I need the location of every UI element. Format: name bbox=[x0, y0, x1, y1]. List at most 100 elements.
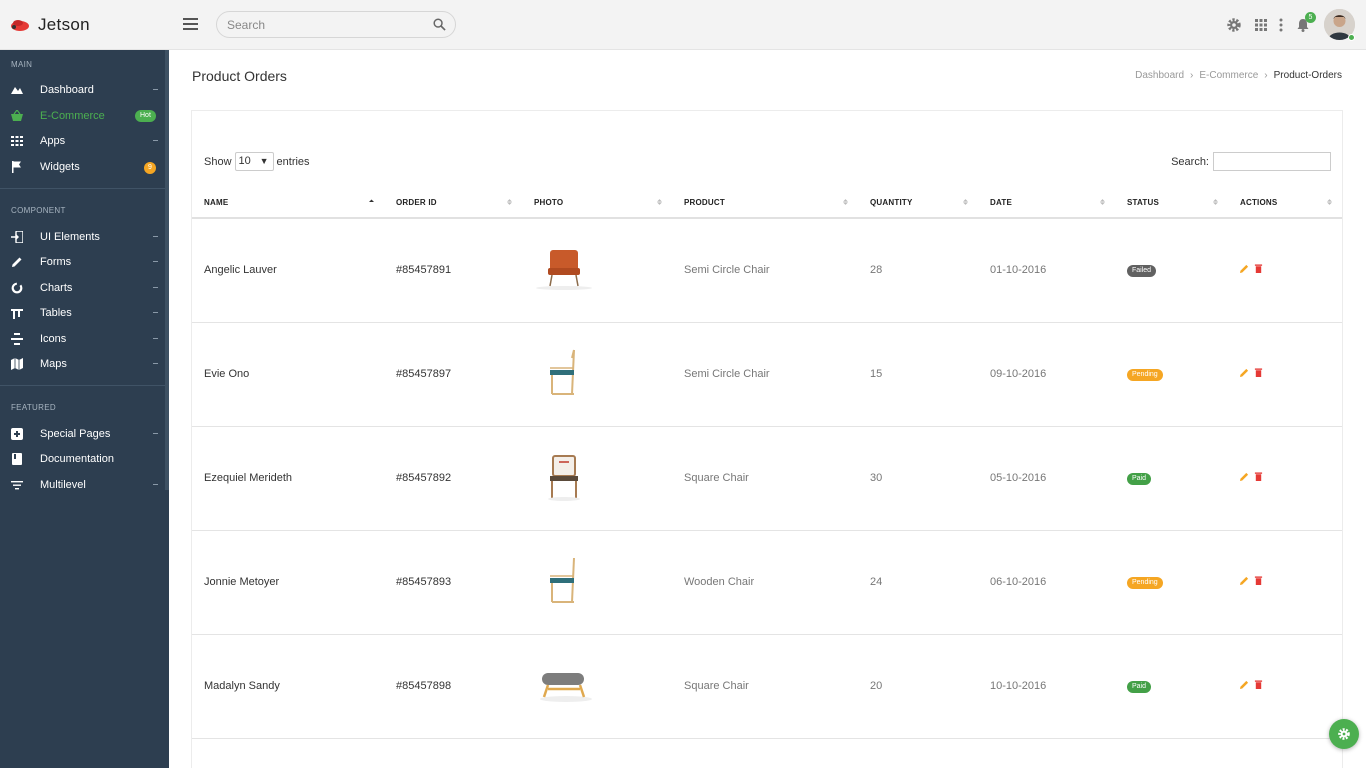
column-header-actions[interactable]: ACTIONS bbox=[1228, 187, 1342, 219]
sidebar-item-documentation[interactable]: Documentation bbox=[0, 449, 165, 469]
edit-icon[interactable] bbox=[1240, 472, 1249, 481]
sidebar-item-dashboard[interactable]: Dashboard bbox=[0, 80, 165, 100]
sort-icon bbox=[1100, 199, 1105, 205]
cell-name: Ezequiel Merideth bbox=[192, 426, 384, 531]
sidebar-item-label: Multilevel bbox=[40, 479, 86, 491]
sidebar-section-component: COMPONENT bbox=[11, 206, 66, 215]
sidebar-section-featured: FEATURED bbox=[11, 403, 56, 412]
edit-icon[interactable] bbox=[1240, 368, 1249, 377]
settings-fab-button[interactable] bbox=[1329, 719, 1359, 749]
status-badge: Paid bbox=[1127, 473, 1152, 485]
entries-label: entries bbox=[276, 155, 310, 168]
login-icon bbox=[11, 231, 23, 243]
basket-icon bbox=[11, 110, 23, 121]
breadcrumb-ecommerce[interactable]: E-Commerce bbox=[1199, 70, 1258, 81]
sidebar-item-ecommerce[interactable]: E-Commerce Hot bbox=[0, 106, 165, 126]
sidebar-item-label: E-Commerce bbox=[40, 110, 105, 122]
entries-value: 10 bbox=[238, 155, 251, 167]
sidebar-item-multilevel[interactable]: Multilevel bbox=[0, 475, 165, 495]
online-status-indicator bbox=[1348, 34, 1355, 41]
sidebar-item-tables[interactable]: Tables bbox=[0, 303, 165, 323]
sidebar-section-main: MAIN bbox=[11, 60, 33, 69]
sidebar-item-maps[interactable]: Maps bbox=[0, 354, 165, 374]
sidebar-item-icons[interactable]: Icons bbox=[0, 329, 165, 349]
cell-status: Paid bbox=[1115, 634, 1228, 739]
cell-photo bbox=[522, 634, 672, 739]
sidebar-item-apps[interactable]: Apps bbox=[0, 131, 165, 151]
sort-icon bbox=[963, 199, 968, 205]
sidebar: MAIN Dashboard E-Commerce Hot Apps Widge… bbox=[0, 50, 169, 768]
sidebar-scrollbar[interactable] bbox=[165, 50, 169, 490]
cell-quantity: 20 bbox=[858, 634, 978, 739]
collapse-icon bbox=[153, 433, 158, 434]
more-vertical-icon[interactable] bbox=[1273, 17, 1289, 33]
page-title: Product Orders bbox=[192, 68, 287, 84]
table-search-input[interactable] bbox=[1213, 152, 1331, 171]
flag-icon bbox=[12, 161, 21, 173]
cell-actions bbox=[1228, 426, 1342, 531]
chevron-right-icon: › bbox=[1190, 70, 1194, 81]
wooden-teal-chair-image bbox=[550, 557, 575, 603]
delete-icon[interactable] bbox=[1254, 264, 1263, 274]
brand[interactable]: Jetson bbox=[10, 14, 90, 36]
column-header-product[interactable]: PRODUCT bbox=[672, 187, 858, 219]
search-input[interactable] bbox=[217, 12, 417, 37]
apps-grid-icon[interactable] bbox=[1253, 17, 1269, 33]
cell-order-id: #85457898 bbox=[384, 634, 522, 739]
delete-icon[interactable] bbox=[1254, 472, 1263, 481]
column-header-order-id[interactable]: ORDER ID bbox=[384, 187, 522, 219]
cell-product: Semi Circle Chair bbox=[672, 218, 858, 323]
pages-icon bbox=[11, 428, 23, 440]
edit-icon[interactable] bbox=[1240, 264, 1249, 274]
delete-icon[interactable] bbox=[1254, 576, 1263, 585]
table-row: Angelic Lauver #85457891 Semi Circle Cha… bbox=[192, 218, 1342, 323]
column-header-quantity[interactable]: QUANTITY bbox=[858, 187, 978, 219]
sort-icon bbox=[11, 481, 23, 490]
entries-select[interactable]: 10 ▼ bbox=[234, 152, 274, 171]
cell-photo bbox=[522, 426, 672, 531]
collapse-icon bbox=[153, 287, 158, 288]
search-icon[interactable] bbox=[433, 18, 446, 31]
column-header-status[interactable]: STATUS bbox=[1115, 187, 1228, 219]
cell-date: 09-10-2016 bbox=[978, 322, 1115, 427]
widgets-count-badge: 9 bbox=[144, 162, 156, 174]
sidebar-item-special-pages[interactable]: Special Pages bbox=[0, 424, 165, 444]
show-label: Show bbox=[204, 155, 232, 168]
cell-name: Jonnie Metoyer bbox=[192, 530, 384, 635]
column-header-date[interactable]: DATE bbox=[978, 187, 1115, 219]
column-header-photo[interactable]: PHOTO bbox=[522, 187, 672, 219]
table-row: Jonnie Metoyer #85457893 Wooden Chair 24… bbox=[192, 530, 1342, 635]
icons-icon bbox=[11, 333, 23, 345]
sidebar-item-widgets[interactable]: Widgets 9 bbox=[0, 157, 165, 177]
wooden-teal-chair-image bbox=[550, 349, 575, 395]
status-badge: Pending bbox=[1127, 369, 1163, 381]
pencil-icon bbox=[12, 257, 22, 267]
breadcrumb: Dashboard › E-Commerce › Product-Orders bbox=[1135, 70, 1342, 81]
chevron-right-icon: › bbox=[1264, 70, 1268, 81]
grey-stool-image bbox=[540, 672, 592, 702]
cell-date: 06-10-2016 bbox=[978, 530, 1115, 635]
delete-icon[interactable] bbox=[1254, 680, 1263, 689]
cell-product: Square Chair bbox=[672, 426, 858, 531]
cell-quantity: 30 bbox=[858, 426, 978, 531]
breadcrumb-dashboard[interactable]: Dashboard bbox=[1135, 70, 1184, 81]
cell-photo bbox=[522, 530, 672, 635]
column-header-name[interactable]: NAME bbox=[192, 187, 384, 219]
header-search bbox=[216, 11, 456, 38]
sidebar-item-forms[interactable]: Forms bbox=[0, 252, 165, 272]
delete-icon[interactable] bbox=[1254, 368, 1263, 377]
sidebar-divider bbox=[0, 385, 165, 386]
edit-icon[interactable] bbox=[1240, 680, 1249, 689]
notification-count-badge: 5 bbox=[1305, 12, 1316, 23]
menu-toggle-icon[interactable] bbox=[183, 18, 198, 30]
gear-icon[interactable] bbox=[1226, 17, 1242, 33]
sort-ascending-icon bbox=[369, 199, 374, 202]
collapse-icon bbox=[153, 338, 158, 339]
edit-icon[interactable] bbox=[1240, 576, 1249, 585]
map-icon bbox=[11, 358, 23, 370]
sidebar-item-ui-elements[interactable]: UI Elements bbox=[0, 227, 165, 247]
cell-product: Semi Circle Chair bbox=[672, 322, 858, 427]
table-icon bbox=[11, 309, 23, 319]
sort-icon bbox=[1327, 199, 1332, 205]
sidebar-item-charts[interactable]: Charts bbox=[0, 278, 165, 298]
